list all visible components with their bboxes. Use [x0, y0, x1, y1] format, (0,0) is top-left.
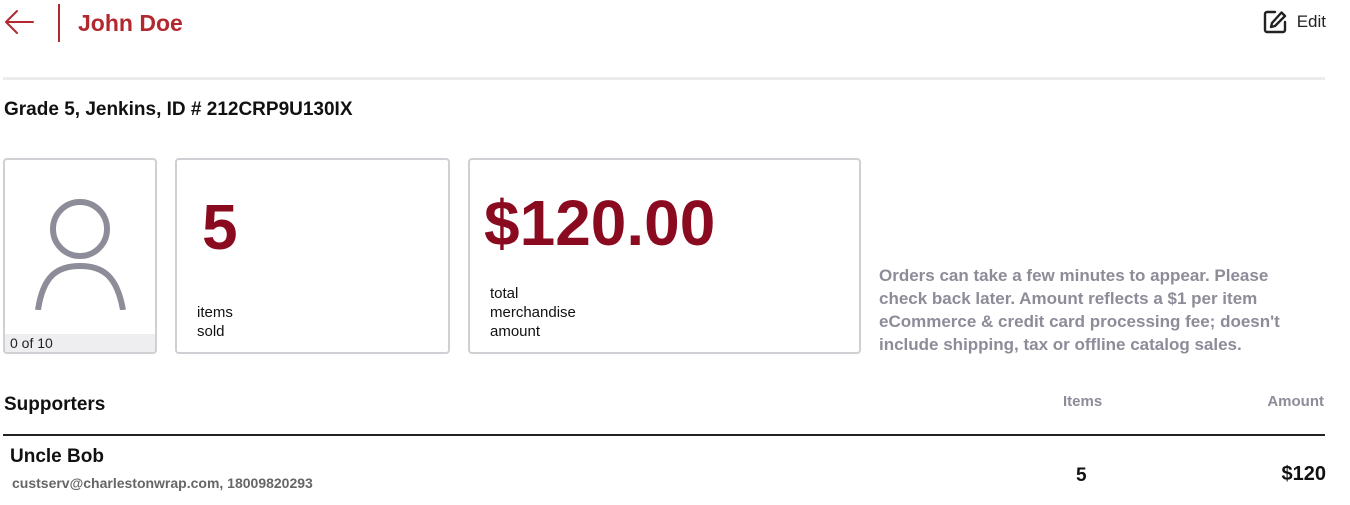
total-amount-label: total merchandise amount: [490, 285, 576, 340]
column-header-items: Items: [1063, 393, 1103, 410]
arrow-left-icon: [5, 10, 34, 34]
supporter-row: Uncle Bob custserv@charlestonwrap.com, 1…: [0, 440, 1326, 500]
total-amount-card: $120.00 total merchandise amount: [468, 158, 861, 354]
page-header: John Doe Edit: [0, 0, 1326, 46]
supporters-heading: Supporters: [4, 394, 106, 415]
header-divider: [58, 4, 60, 42]
orders-notice: Orders can take a few minutes to appear.…: [879, 266, 1280, 354]
edit-icon: [1263, 10, 1286, 34]
items-sold-label: items sold: [197, 304, 233, 340]
supporter-name: Uncle Bob: [10, 446, 104, 467]
goal-progress: 0 of 10: [5, 334, 155, 352]
edit-label: Edit: [1296, 12, 1326, 31]
header-separator: [3, 77, 1325, 80]
table-header-rule: [3, 434, 1325, 436]
supporter-items: 5: [1076, 465, 1087, 486]
total-amount-value: $120.00: [484, 187, 716, 259]
user-avatar-icon: [35, 199, 126, 310]
column-header-amount: Amount: [1267, 393, 1324, 410]
avatar-card: 0 of 10: [3, 158, 157, 354]
items-sold-value: 5: [202, 191, 238, 263]
student-details: Grade 5, Jenkins, ID # 212CRP9U130IX: [4, 99, 353, 120]
back-button[interactable]: [3, 9, 35, 35]
page-title: John Doe: [78, 10, 183, 36]
supporter-amount: $120: [1281, 463, 1327, 485]
items-sold-card: 5 items sold: [175, 158, 450, 354]
supporter-contact: custserv@charlestonwrap.com, 18009820293: [12, 475, 313, 491]
edit-button[interactable]: Edit: [1262, 8, 1326, 36]
